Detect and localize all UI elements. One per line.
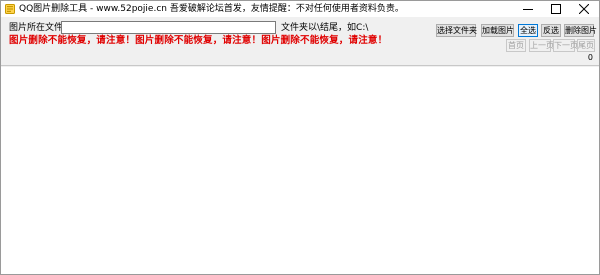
delete-images-button[interactable]: 删除图片 [564, 24, 597, 37]
select-all-button[interactable]: 全选 [518, 24, 538, 37]
image-list-area[interactable] [1, 67, 599, 274]
window-title: QQ图片删除工具 - www.52pojie.cn 吾爱破解论坛首发，友情提醒：… [19, 4, 404, 14]
maximize-button[interactable] [542, 1, 570, 17]
image-count: 0 [587, 53, 593, 62]
app-icon [5, 4, 15, 14]
folder-path-input[interactable] [61, 21, 276, 34]
control-panel: 图片所在文件夹: 文件夹以\结尾，如C:\ 图片删除不能恢复，请注意！图片删除不… [1, 17, 599, 66]
app-window: QQ图片删除工具 - www.52pojie.cn 吾爱破解论坛首发，友情提醒：… [0, 0, 600, 275]
invert-selection-button[interactable]: 反选 [541, 24, 561, 37]
close-button[interactable] [570, 1, 598, 17]
maximize-icon [551, 4, 561, 14]
last-page-button[interactable]: 尾页 [577, 39, 595, 52]
delete-warning: 图片删除不能恢复，请注意！图片删除不能恢复，请注意！图片删除不能恢复，请注意！ [9, 35, 388, 46]
load-images-button[interactable]: 加载图片 [481, 24, 514, 37]
next-page-button[interactable]: 下一页 [553, 39, 578, 52]
select-folder-button[interactable]: 选择文件夹 [436, 24, 477, 37]
minimize-button[interactable] [514, 1, 542, 17]
prev-page-button[interactable]: 上一页 [529, 39, 554, 52]
minimize-icon [523, 9, 533, 10]
close-icon [579, 4, 589, 14]
first-page-button[interactable]: 首页 [506, 39, 526, 52]
title-bar[interactable]: QQ图片删除工具 - www.52pojie.cn 吾爱破解论坛首发，友情提醒：… [1, 1, 599, 17]
folder-hint: 文件夹以\结尾，如C:\ [281, 23, 369, 33]
